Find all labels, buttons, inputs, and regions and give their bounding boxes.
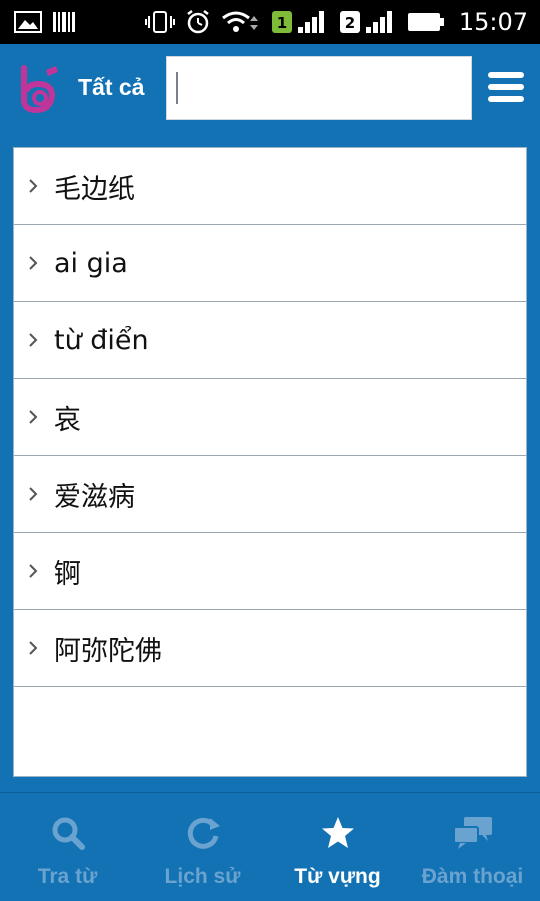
chevron-right-icon	[14, 640, 54, 656]
list-item[interactable]: từ điển	[14, 302, 526, 379]
list-item-label: 哀	[54, 404, 81, 436]
status-right: 1 2 15:07	[144, 8, 528, 36]
alarm-icon	[185, 9, 211, 35]
list-item-label: 阿弥陀佛	[54, 635, 162, 667]
barcode-icon	[52, 10, 76, 34]
chevron-right-icon	[14, 486, 54, 502]
list-item[interactable]: 哀	[14, 379, 526, 456]
app-bar: Tất cả	[0, 44, 540, 134]
list-item[interactable]: ai gia	[14, 225, 526, 302]
list-item[interactable]: 爱滋病	[14, 456, 526, 533]
tab-label: Lịch sử	[164, 865, 241, 888]
bottom-navigation: Tra từ Lịch sử Từ vựng Đàm thoại	[0, 792, 540, 901]
text-caret	[176, 72, 178, 104]
chevron-right-icon	[14, 332, 54, 348]
tab-tra-tu[interactable]: Tra từ	[0, 793, 135, 901]
battery-icon	[407, 11, 445, 33]
list-item-label: 爱滋病	[54, 481, 135, 513]
search-input[interactable]	[166, 56, 472, 120]
list-item-label: ai gia	[54, 247, 128, 279]
menu-button[interactable]	[488, 72, 524, 102]
star-icon	[320, 813, 356, 853]
list-item-label: từ điển	[54, 324, 149, 356]
svg-text:1: 1	[277, 14, 287, 32]
sim2-signal-icon: 2	[339, 9, 397, 35]
tab-dam-thoai[interactable]: Đàm thoại	[405, 793, 540, 901]
tab-label: Từ vựng	[294, 865, 381, 888]
image-icon	[14, 11, 42, 33]
chat-icon	[452, 813, 494, 853]
tab-label: Đàm thoại	[421, 865, 524, 888]
vocabulary-list: 毛边纸 ai gia từ điển 哀 爱滋病 锕 阿弥陀佛	[13, 147, 527, 777]
svg-text:2: 2	[345, 14, 355, 32]
sim1-signal-icon: 1	[271, 9, 329, 35]
status-bar: 1 2 15:07	[0, 0, 540, 44]
menu-icon-bar	[488, 72, 524, 78]
wifi-icon	[221, 10, 261, 34]
list-item[interactable]: 毛边纸	[14, 148, 526, 225]
menu-icon-bar	[488, 84, 524, 90]
status-time: 15:07	[458, 8, 528, 36]
chevron-right-icon	[14, 563, 54, 579]
history-icon	[184, 813, 222, 853]
filter-label[interactable]: Tất cả	[78, 74, 144, 101]
chevron-right-icon	[14, 255, 54, 271]
list-item[interactable]: 阿弥陀佛	[14, 610, 526, 687]
tab-lich-su[interactable]: Lịch sử	[135, 793, 270, 901]
search-icon	[50, 813, 86, 853]
tab-label: Tra từ	[37, 865, 98, 888]
chevron-right-icon	[14, 409, 54, 425]
chevron-right-icon	[14, 178, 54, 194]
list-item[interactable]: 锕	[14, 533, 526, 610]
tab-tu-vung[interactable]: Từ vựng	[270, 793, 405, 901]
list-item-label: 毛边纸	[54, 173, 135, 205]
app-logo-icon[interactable]	[16, 64, 64, 114]
list-item-label: 锕	[54, 558, 81, 590]
status-left	[14, 10, 76, 34]
menu-icon-bar	[488, 96, 524, 102]
vibrate-icon	[144, 10, 175, 34]
